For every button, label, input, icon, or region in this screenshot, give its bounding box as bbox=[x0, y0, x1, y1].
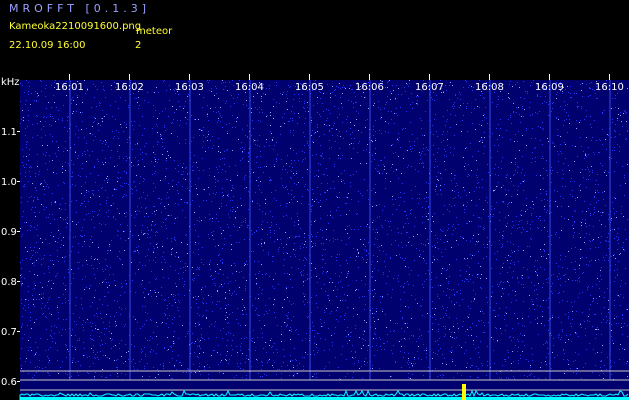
y-tick-label: 0.8 bbox=[1, 277, 17, 288]
minute-stripe bbox=[369, 80, 371, 380]
y-axis-unit: kHz bbox=[1, 77, 20, 88]
x-tick-mark bbox=[429, 74, 430, 80]
x-tick-label: 16:06 bbox=[355, 82, 384, 93]
minute-stripe bbox=[609, 80, 611, 380]
x-tick-label: 16:05 bbox=[295, 82, 324, 93]
y-tick-mark bbox=[17, 231, 20, 232]
x-tick-mark bbox=[309, 74, 310, 80]
x-tick-label: 16:04 bbox=[235, 82, 264, 93]
minute-stripe bbox=[249, 80, 251, 380]
x-tick-mark bbox=[369, 74, 370, 80]
minute-stripe bbox=[189, 80, 191, 380]
timestamp: 22.10.09 16:00 bbox=[9, 40, 86, 51]
y-tick-label: 0.7 bbox=[1, 327, 17, 338]
minute-stripe bbox=[429, 80, 431, 380]
x-tick-mark bbox=[249, 74, 250, 80]
x-tick-label: 16:10 bbox=[595, 82, 624, 93]
y-tick-label: 0.9 bbox=[1, 227, 17, 238]
x-tick-mark bbox=[489, 74, 490, 80]
y-tick-mark bbox=[17, 131, 20, 132]
minute-stripe bbox=[129, 80, 131, 380]
x-tick-label: 16:02 bbox=[115, 82, 144, 93]
y-tick-mark bbox=[17, 331, 20, 332]
y-tick-mark bbox=[17, 181, 20, 182]
minute-stripe bbox=[549, 80, 551, 380]
x-tick-mark bbox=[549, 74, 550, 80]
x-tick-label: 16:03 bbox=[175, 82, 204, 93]
x-tick-label: 16:08 bbox=[475, 82, 504, 93]
meteor-label: meteor bbox=[136, 26, 173, 37]
y-axis: kHz 1.1 1.0 0.9 0.8 0.7 0.6 bbox=[1, 77, 20, 388]
minute-stripe bbox=[69, 80, 71, 380]
minute-stripe bbox=[489, 80, 491, 380]
minute-stripe bbox=[309, 80, 311, 380]
x-tick-label: 16:09 bbox=[535, 82, 564, 93]
x-tick-mark bbox=[609, 74, 610, 80]
meteor-echo-marker bbox=[462, 384, 466, 400]
x-tick-label: 16:07 bbox=[415, 82, 444, 93]
x-tick-label: 16:01 bbox=[55, 82, 84, 93]
y-tick-mark bbox=[17, 381, 20, 382]
x-tick-mark bbox=[129, 74, 130, 80]
x-tick-mark bbox=[189, 74, 190, 80]
app-title: MROFFT [0.1.3] bbox=[9, 2, 151, 15]
y-tick-label: 0.6 bbox=[1, 377, 17, 388]
y-tick-label: 1.0 bbox=[1, 177, 17, 188]
meteor-count: 2 bbox=[135, 40, 142, 51]
x-tick-mark bbox=[69, 74, 70, 80]
spectrogram: kHz 1.1 1.0 0.9 0.8 0.7 0.6 16:01 16:02 16:03 16… bbox=[1, 74, 629, 400]
y-tick-label: 1.1 bbox=[1, 127, 17, 138]
y-tick-mark bbox=[17, 281, 20, 282]
file-name: Kameoka2210091600.png bbox=[9, 21, 142, 32]
